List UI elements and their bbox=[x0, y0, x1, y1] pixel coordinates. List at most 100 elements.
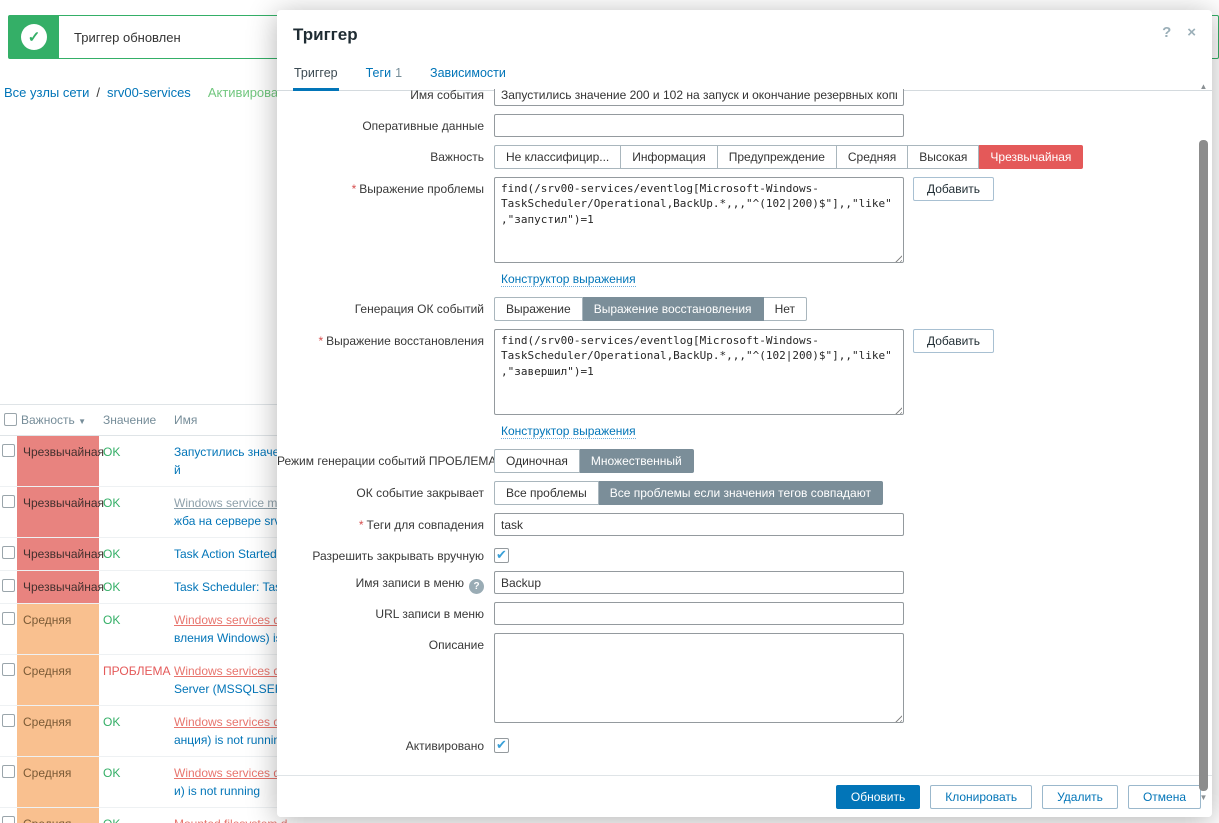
recovery-expression-label: * Выражение восстановления bbox=[318, 334, 484, 348]
menu-entry-name-input[interactable] bbox=[494, 571, 904, 594]
enabled-label: Активировано bbox=[405, 739, 484, 753]
severity-badge: Чрезвычайная bbox=[17, 571, 104, 603]
menu-entry-name-label: Имя записи в меню? bbox=[277, 571, 484, 594]
tab-tags[interactable]: Теги 1 bbox=[365, 58, 403, 90]
severity-badge: Чрезвычайная bbox=[17, 487, 104, 537]
value-badge: OK bbox=[103, 715, 121, 729]
cancel-button[interactable]: Отмена bbox=[1127, 784, 1201, 809]
row-checkbox[interactable] bbox=[2, 714, 15, 727]
tag-for-matching-label: * Теги для совпадения bbox=[358, 518, 484, 532]
value-badge: OK bbox=[103, 496, 121, 510]
opdata-input[interactable] bbox=[494, 114, 904, 137]
expression-constructor-link[interactable]: Конструктор выражения bbox=[501, 272, 636, 287]
row-checkbox[interactable] bbox=[2, 612, 15, 625]
question-mark-icon[interactable]: ? bbox=[469, 579, 484, 594]
severity-badge: Чрезвычайная bbox=[17, 436, 104, 486]
trigger-dialog: Триггер ? × Триггер Теги 1 Зависимости Им… bbox=[277, 10, 1212, 817]
severity-badge: Чрезвычайная bbox=[17, 538, 104, 570]
ok-event-closes-segmented-control: Все проблемы Все проблемы если значения … bbox=[494, 481, 883, 505]
dialog-body: Имя события Оперативные данные Важность … bbox=[277, 89, 1196, 775]
severity-badge: Средняя bbox=[17, 604, 99, 654]
value-badge: OK bbox=[103, 445, 121, 459]
scroll-down-icon[interactable]: ▼ bbox=[1198, 793, 1209, 803]
row-checkbox[interactable] bbox=[2, 546, 15, 559]
problem-event-mode-label: Режим генерации событий ПРОБЛЕМА bbox=[277, 454, 497, 468]
row-checkbox[interactable] bbox=[2, 663, 15, 676]
dialog-footer: Обновить Клонировать Удалить Отмена bbox=[277, 775, 1212, 817]
scrollbar-thumb[interactable] bbox=[1199, 140, 1208, 791]
event-mode-option-single[interactable]: Одиночная bbox=[494, 449, 580, 473]
delete-button[interactable]: Удалить bbox=[1042, 784, 1118, 809]
ok-closes-option-tag-match[interactable]: Все проблемы если значения тегов совпада… bbox=[598, 481, 883, 505]
help-icon[interactable]: ? bbox=[1162, 24, 1171, 41]
ok-gen-option-none[interactable]: Нет bbox=[763, 297, 807, 321]
description-label: Описание bbox=[428, 638, 484, 652]
check-icon: ✓ bbox=[21, 24, 47, 50]
ok-gen-option-expression[interactable]: Выражение bbox=[494, 297, 583, 321]
severity-segmented-control: Не классифицир... Информация Предупрежде… bbox=[494, 145, 1084, 169]
enabled-checkbox[interactable] bbox=[494, 737, 509, 753]
update-button[interactable]: Обновить bbox=[835, 784, 921, 809]
problem-expression-label: * Выражение проблемы bbox=[351, 182, 484, 196]
row-checkbox[interactable] bbox=[2, 444, 15, 457]
sort-desc-icon: ▼ bbox=[78, 417, 87, 426]
row-checkbox[interactable] bbox=[2, 765, 15, 778]
value-badge: OK bbox=[103, 547, 121, 561]
event-name-label: Имя события bbox=[410, 89, 484, 102]
value-badge: OK bbox=[103, 766, 121, 780]
tab-dependencies[interactable]: Зависимости bbox=[429, 58, 507, 90]
menu-entry-url-input[interactable] bbox=[494, 602, 904, 625]
tags-count-badge: 1 bbox=[395, 66, 403, 80]
severity-option-information[interactable]: Информация bbox=[621, 145, 718, 169]
breadcrumb-separator: / bbox=[96, 85, 101, 100]
opdata-label: Оперативные данные bbox=[362, 119, 484, 133]
severity-badge: Средняя bbox=[17, 706, 99, 756]
severity-badge: Средняя bbox=[17, 655, 99, 705]
menu-entry-url-label: URL записи в меню bbox=[375, 607, 484, 621]
success-icon-block: ✓ bbox=[9, 16, 59, 58]
ok-event-generation-segmented-control: Выражение Выражение восстановления Нет bbox=[494, 297, 807, 321]
clone-button[interactable]: Клонировать bbox=[930, 784, 1033, 809]
recovery-expression-textarea[interactable]: find(/srv00-services/eventlog[Microsoft-… bbox=[494, 329, 904, 415]
event-name-input[interactable] bbox=[494, 89, 904, 106]
allow-manual-close-label: Разрешить закрывать вручную bbox=[312, 549, 484, 563]
row-checkbox[interactable] bbox=[2, 579, 15, 592]
severity-option-high[interactable]: Высокая bbox=[908, 145, 980, 169]
row-checkbox[interactable] bbox=[2, 495, 15, 508]
severity-option-warning[interactable]: Предупреждение bbox=[717, 145, 837, 169]
value-badge: OK bbox=[103, 580, 121, 594]
severity-badge: Средняя bbox=[17, 808, 99, 823]
ok-gen-option-recovery-expression[interactable]: Выражение восстановления bbox=[582, 297, 764, 321]
event-mode-option-multiple[interactable]: Множественный bbox=[579, 449, 694, 473]
select-all-checkbox[interactable] bbox=[4, 413, 17, 426]
dialog-tabs: Триггер Теги 1 Зависимости bbox=[277, 58, 1212, 91]
column-header-severity[interactable]: Важность ▼ bbox=[17, 405, 99, 435]
value-badge: OK bbox=[103, 613, 121, 627]
problem-expression-add-button[interactable]: Добавить bbox=[913, 177, 995, 201]
dialog-scrollbar[interactable]: ▲ ▼ bbox=[1198, 82, 1209, 803]
severity-badge: Средняя bbox=[17, 757, 99, 807]
ok-event-generation-label: Генерация ОК событий bbox=[354, 302, 484, 316]
severity-option-disaster[interactable]: Чрезвычайная bbox=[979, 145, 1084, 169]
recovery-expression-add-button[interactable]: Добавить bbox=[913, 329, 995, 353]
tab-trigger[interactable]: Триггер bbox=[293, 58, 339, 91]
allow-manual-close-checkbox[interactable] bbox=[494, 547, 509, 563]
close-icon[interactable]: × bbox=[1187, 24, 1196, 41]
success-message-text: Триггер обновлен bbox=[74, 29, 181, 45]
scroll-up-icon[interactable]: ▲ bbox=[1198, 82, 1209, 92]
breadcrumb-host-link[interactable]: srv00-services bbox=[107, 85, 191, 100]
tag-for-matching-input[interactable] bbox=[494, 513, 904, 536]
column-header-value: Значение bbox=[103, 413, 157, 427]
severity-option-not-classified[interactable]: Не классифицир... bbox=[494, 145, 622, 169]
row-checkbox[interactable] bbox=[2, 816, 15, 823]
breadcrumb-all-hosts-link[interactable]: Все узлы сети bbox=[4, 85, 89, 100]
description-textarea[interactable] bbox=[494, 633, 904, 723]
dialog-title: Триггер bbox=[293, 25, 358, 44]
ok-event-closes-label: ОК событие закрывает bbox=[356, 486, 484, 500]
value-badge: ПРОБЛЕМА bbox=[103, 664, 171, 678]
problem-event-mode-segmented-control: Одиночная Множественный bbox=[494, 449, 694, 473]
recovery-constructor-link[interactable]: Конструктор выражения bbox=[501, 424, 636, 439]
ok-closes-option-all[interactable]: Все проблемы bbox=[494, 481, 599, 505]
problem-expression-textarea[interactable]: find(/srv00-services/eventlog[Microsoft-… bbox=[494, 177, 904, 263]
severity-option-average[interactable]: Средняя bbox=[836, 145, 909, 169]
